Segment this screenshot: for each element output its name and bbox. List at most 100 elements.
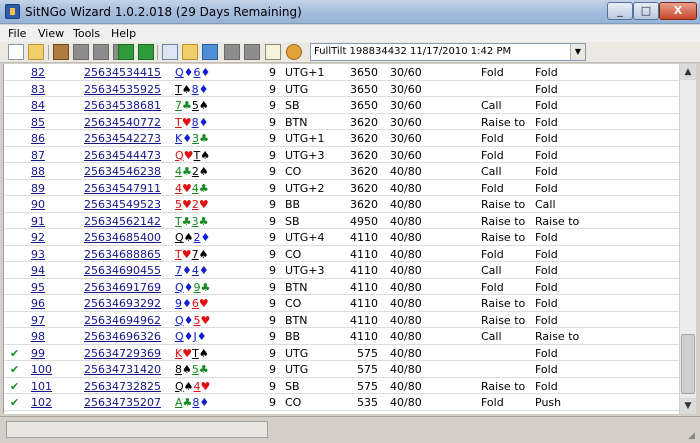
hand-id-link[interactable]: 25634696326 (84, 330, 166, 343)
table-row[interactable]: 88 25634546238 4♣2♠ 9 CO 3620 40/80 Call Fold (4, 163, 679, 180)
stop-icon[interactable] (73, 44, 89, 60)
menu-tools[interactable]: Tools (73, 27, 100, 40)
row-number-link[interactable]: 82 (31, 66, 55, 79)
hand-id-link[interactable]: 25634731420 (84, 363, 166, 376)
hand-id-link[interactable]: 25634690455 (84, 264, 166, 277)
refresh-icon[interactable] (138, 44, 154, 60)
hand-id-link[interactable]: 25634562142 (84, 215, 166, 228)
go-icon[interactable] (118, 44, 134, 60)
hand-id-link[interactable]: 25634546238 (84, 165, 166, 178)
table-row[interactable]: 84 25634538681 7♣5♠ 9 SB 3650 30/60 Call Fold (4, 97, 679, 114)
table-row[interactable]: 89 25634547911 4♥4♣ 9 UTG+2 3620 40/80 Fold Fold (4, 180, 679, 196)
row-number-link[interactable]: 91 (31, 215, 55, 228)
home-icon[interactable] (53, 44, 69, 60)
menu-file[interactable]: File (8, 27, 26, 40)
table-row[interactable]: 90 25634549523 5♥2♥ 9 BB 3620 40/80 Raise to Cal… (4, 196, 679, 213)
hand-id-link[interactable]: 25634549523 (84, 198, 166, 211)
row-number-link[interactable]: 99 (31, 347, 55, 360)
row-number-link[interactable]: 85 (31, 116, 55, 129)
row-number-link[interactable]: 100 (31, 363, 55, 376)
row-number-link[interactable]: 88 (31, 165, 55, 178)
table-row[interactable]: 96 25634693292 9♦6♥ 9 CO 4110 40/80 Raise to Fol… (4, 295, 679, 312)
table-row[interactable]: 95 25634691769 Q♦9♣ 9 BTN 4110 40/80 Fold Fold (4, 279, 679, 295)
row-number-link[interactable]: 95 (31, 281, 55, 294)
hand-id-link[interactable]: 25634544473 (84, 149, 166, 162)
hand-id-link[interactable]: 25634732825 (84, 380, 166, 393)
row-number-link[interactable]: 90 (31, 198, 55, 211)
stop-icon[interactable] (93, 44, 109, 60)
settings-icon[interactable] (286, 44, 302, 60)
vertical-scrollbar[interactable]: ▲ ▼ (679, 64, 696, 414)
new-document-icon[interactable] (8, 44, 24, 60)
scroll-down-icon[interactable]: ▼ (680, 398, 696, 414)
row-number-link[interactable]: 84 (31, 99, 55, 112)
hand-id-link[interactable]: 25634534415 (84, 66, 166, 79)
close-button[interactable]: X (659, 2, 697, 20)
row-number-link[interactable]: 102 (31, 396, 55, 409)
hand-id-link[interactable]: 25634538681 (84, 99, 166, 112)
table-row[interactable]: ✔ 101 25634732825 Q♠4♥ 9 SB 575 40/80 Raise to Fo… (4, 378, 679, 394)
edit-icon[interactable] (265, 44, 281, 60)
card-rank: Q (175, 66, 184, 79)
hand-id-link[interactable]: 25634542273 (84, 132, 166, 145)
row-number-link[interactable]: 92 (31, 231, 55, 244)
title-bar: SitNGo Wizard 1.0.2.018 (29 Days Remaini… (0, 0, 700, 24)
image-icon[interactable] (202, 44, 218, 60)
paste-icon[interactable] (182, 44, 198, 60)
menu-help[interactable]: Help (111, 27, 136, 40)
row-number-link[interactable]: 97 (31, 314, 55, 327)
scroll-up-icon[interactable]: ▲ (680, 64, 696, 80)
stop-icon[interactable] (244, 44, 260, 60)
row-number-link[interactable]: 98 (31, 330, 55, 343)
hand-id-link[interactable]: 25634693292 (84, 297, 166, 310)
blinds-level: 30/60 (390, 66, 422, 79)
players-count: 9 (269, 99, 276, 112)
table-row[interactable]: 83 25634535925 T♠8♦ 9 UTG 3650 30/60 Fold (4, 81, 679, 97)
row-number-link[interactable]: 86 (31, 132, 55, 145)
open-folder-icon[interactable] (28, 44, 44, 60)
table-row[interactable]: 94 25634690455 7♦4♦ 9 UTG+3 4110 40/80 Call Fold (4, 262, 679, 279)
card-rank: T (175, 82, 182, 96)
chevron-down-icon[interactable]: ▼ (570, 44, 585, 60)
row-number-link[interactable]: 94 (31, 264, 55, 277)
table-row[interactable]: 82 25634534415 Q♦6♦ 9 UTG+1 3650 30/60 Fold Fold (4, 64, 679, 81)
action-recommended: Fold (535, 132, 558, 145)
table-row[interactable]: 85 25634540772 T♥8♦ 9 BTN 3620 30/60 Raise to Fo… (4, 114, 679, 130)
table-row[interactable]: 91 25634562142 T♣3♣ 9 SB 4950 40/80 Raise to Rai… (4, 213, 679, 229)
hand-id-link[interactable]: 25634540772 (84, 116, 166, 129)
hand-id-link[interactable]: 25634685400 (84, 231, 166, 244)
table-row[interactable]: 93 25634688865 T♥7♠ 9 CO 4110 40/80 Fold Fold (4, 246, 679, 262)
action-recommended: Call (535, 198, 556, 211)
hand-id-link[interactable]: 25634547911 (84, 182, 166, 195)
maximize-button[interactable]: □ (633, 2, 659, 20)
row-number-link[interactable]: 96 (31, 297, 55, 310)
hand-id-link[interactable]: 25634729369 (84, 347, 166, 360)
copy-icon[interactable] (162, 44, 178, 60)
menu-view[interactable]: View (38, 27, 64, 40)
row-number-link[interactable]: 89 (31, 182, 55, 195)
card-suit-icon: ♦ (198, 82, 209, 96)
table-row[interactable]: 98 25634696326 Q♦J♦ 9 BB 4110 40/80 Call Raise t… (4, 328, 679, 345)
hand-id-link[interactable]: 25634688865 (84, 248, 166, 261)
hand-id-link[interactable]: 25634535925 (84, 83, 166, 96)
table-row[interactable]: ✔ 100 25634731420 8♠5♣ 9 UTG 575 40/80 Fold (4, 361, 679, 378)
table-row[interactable]: ✔ 102 25634735207 A♣8♦ 9 CO 535 40/80 Fold Push (4, 394, 679, 411)
hand-id-link[interactable]: 25634735207 (84, 396, 166, 409)
row-number-link[interactable]: 101 (31, 380, 55, 393)
scroll-thumb[interactable] (681, 334, 695, 394)
row-number-link[interactable]: 83 (31, 83, 55, 96)
hand-id-link[interactable]: 25634694962 (84, 314, 166, 327)
hand-id-link[interactable]: 25634691769 (84, 281, 166, 294)
stop-icon[interactable] (224, 44, 240, 60)
position-label: UTG (285, 82, 309, 96)
table-row[interactable]: ✔ 99 25634729369 K♥T♠ 9 UTG 575 40/80 Fold (4, 345, 679, 361)
table-row[interactable]: 86 25634542273 K♦3♣ 9 UTG+1 3620 30/60 Fold Fold (4, 130, 679, 147)
row-number-link[interactable]: 93 (31, 248, 55, 261)
table-row[interactable]: 97 25634694962 Q♦5♥ 9 BTN 4110 40/80 Raise to Fo… (4, 312, 679, 328)
row-number-link[interactable]: 87 (31, 149, 55, 162)
table-row[interactable]: 92 25634685400 Q♠2♦ 9 UTG+4 4110 40/80 Raise to… (4, 229, 679, 246)
resize-grip-icon[interactable]: ◢ (688, 431, 698, 441)
table-row[interactable]: 87 25634544473 Q♥T♠ 9 UTG+3 3620 30/60 Fold Fold (4, 147, 679, 163)
minimize-button[interactable]: _ (607, 2, 633, 20)
session-dropdown[interactable]: FullTilt 198834432 11/17/2010 1:42 PM ▼ (310, 43, 586, 61)
